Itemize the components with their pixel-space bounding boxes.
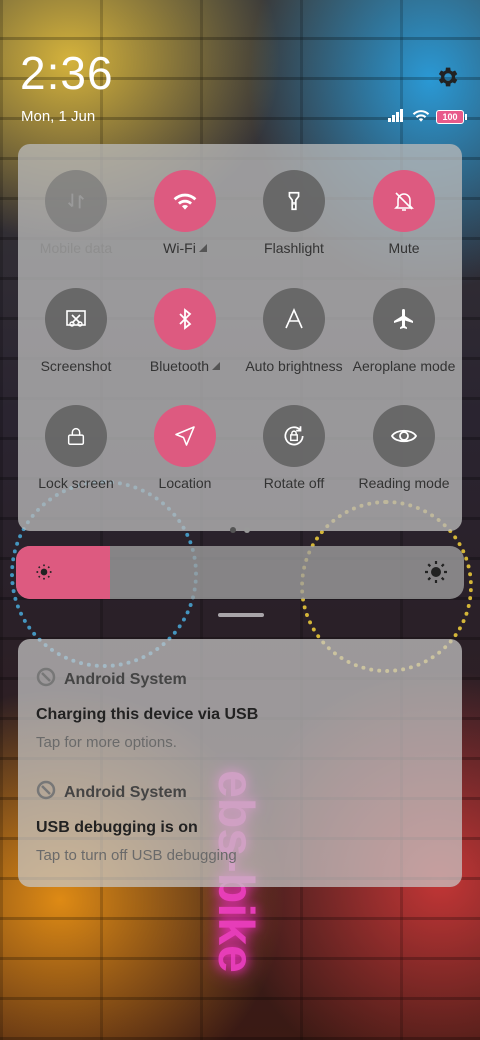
tile-reading-mode[interactable]: Reading mode — [349, 405, 459, 491]
eye-icon — [373, 405, 435, 467]
tile-mute[interactable]: Mute — [349, 170, 459, 256]
notification-card[interactable]: Android System Charging this device via … — [36, 667, 258, 751]
tile-label: Flashlight — [264, 240, 324, 256]
signal-icon — [388, 108, 406, 127]
expand-triangle-icon[interactable] — [198, 244, 207, 252]
page-dot[interactable] — [244, 527, 250, 533]
android-system-icon — [36, 667, 56, 692]
clock[interactable]: 2:36 — [20, 48, 114, 98]
brightness-fill — [16, 546, 111, 599]
mobile-data-icon — [45, 170, 107, 232]
notification-title: USB debugging is on — [36, 819, 198, 836]
page-dot-active[interactable] — [230, 527, 236, 533]
rotate-lock-icon — [263, 405, 325, 467]
tile-label: Aeroplane mode — [352, 358, 456, 374]
quick-settings-panel: Mobile data Wi-Fi Flashlight Mute Screen… — [18, 144, 462, 533]
panel-drag-handle[interactable] — [218, 613, 264, 617]
tile-auto-brightness[interactable]: Auto brightness — [239, 288, 349, 374]
brightness-high-icon — [424, 560, 448, 584]
tile-wifi[interactable]: Wi-Fi — [130, 170, 240, 256]
tile-label: Lock screen — [38, 475, 114, 491]
tile-location[interactable]: Location — [130, 405, 240, 491]
battery-icon: 100 — [436, 110, 467, 124]
flashlight-icon — [263, 170, 325, 232]
notification-panel: Android System Charging this device via … — [18, 639, 462, 887]
auto-brightness-icon — [263, 288, 325, 350]
wifi-icon — [154, 170, 216, 232]
system-status-icons: 100 — [388, 108, 467, 127]
tile-label: Location — [158, 475, 212, 491]
tile-label: Screenshot — [40, 358, 112, 374]
tile-mobile-data[interactable]: Mobile data — [21, 170, 131, 256]
tile-lock-screen[interactable]: Lock screen — [21, 405, 131, 491]
notification-app-name: Android System — [64, 670, 187, 688]
airplane-icon — [373, 288, 435, 350]
lock-icon — [45, 405, 107, 467]
tile-aeroplane-mode[interactable]: Aeroplane mode — [349, 288, 459, 374]
bell-off-icon — [373, 170, 435, 232]
notification-app-name: Android System — [64, 783, 187, 801]
gear-icon[interactable] — [434, 64, 460, 90]
notification-text: Tap for more options. — [36, 734, 177, 751]
notification-card[interactable]: Android System USB debugging is on Tap t… — [36, 780, 237, 864]
page-indicator — [18, 520, 462, 538]
location-icon — [154, 405, 216, 467]
wifi-icon — [412, 108, 430, 127]
tile-screenshot[interactable]: Screenshot — [21, 288, 131, 374]
tile-label: Wi-Fi — [163, 240, 196, 256]
tile-bluetooth[interactable]: Bluetooth — [130, 288, 240, 374]
tile-flashlight[interactable]: Flashlight — [239, 170, 349, 256]
tile-label: Bluetooth — [149, 358, 210, 374]
tile-rotate-off[interactable]: Rotate off — [239, 405, 349, 491]
tile-label: Reading mode — [358, 475, 450, 491]
notification-text: Tap to turn off USB debugging — [36, 847, 237, 864]
notification-title: Charging this device via USB — [36, 706, 259, 723]
tile-label: Mobile data — [39, 240, 113, 256]
tile-label: Auto brightness — [245, 358, 343, 374]
tile-label: Mute — [388, 240, 420, 256]
tile-label: Rotate off — [263, 475, 325, 491]
screenshot-icon — [45, 288, 107, 350]
brightness-low-icon — [34, 562, 54, 582]
date[interactable]: Mon, 1 Jun — [21, 108, 95, 125]
expand-triangle-icon[interactable] — [212, 362, 221, 370]
bluetooth-icon — [154, 288, 216, 350]
android-system-icon — [36, 780, 56, 805]
brightness-slider[interactable] — [16, 546, 464, 599]
